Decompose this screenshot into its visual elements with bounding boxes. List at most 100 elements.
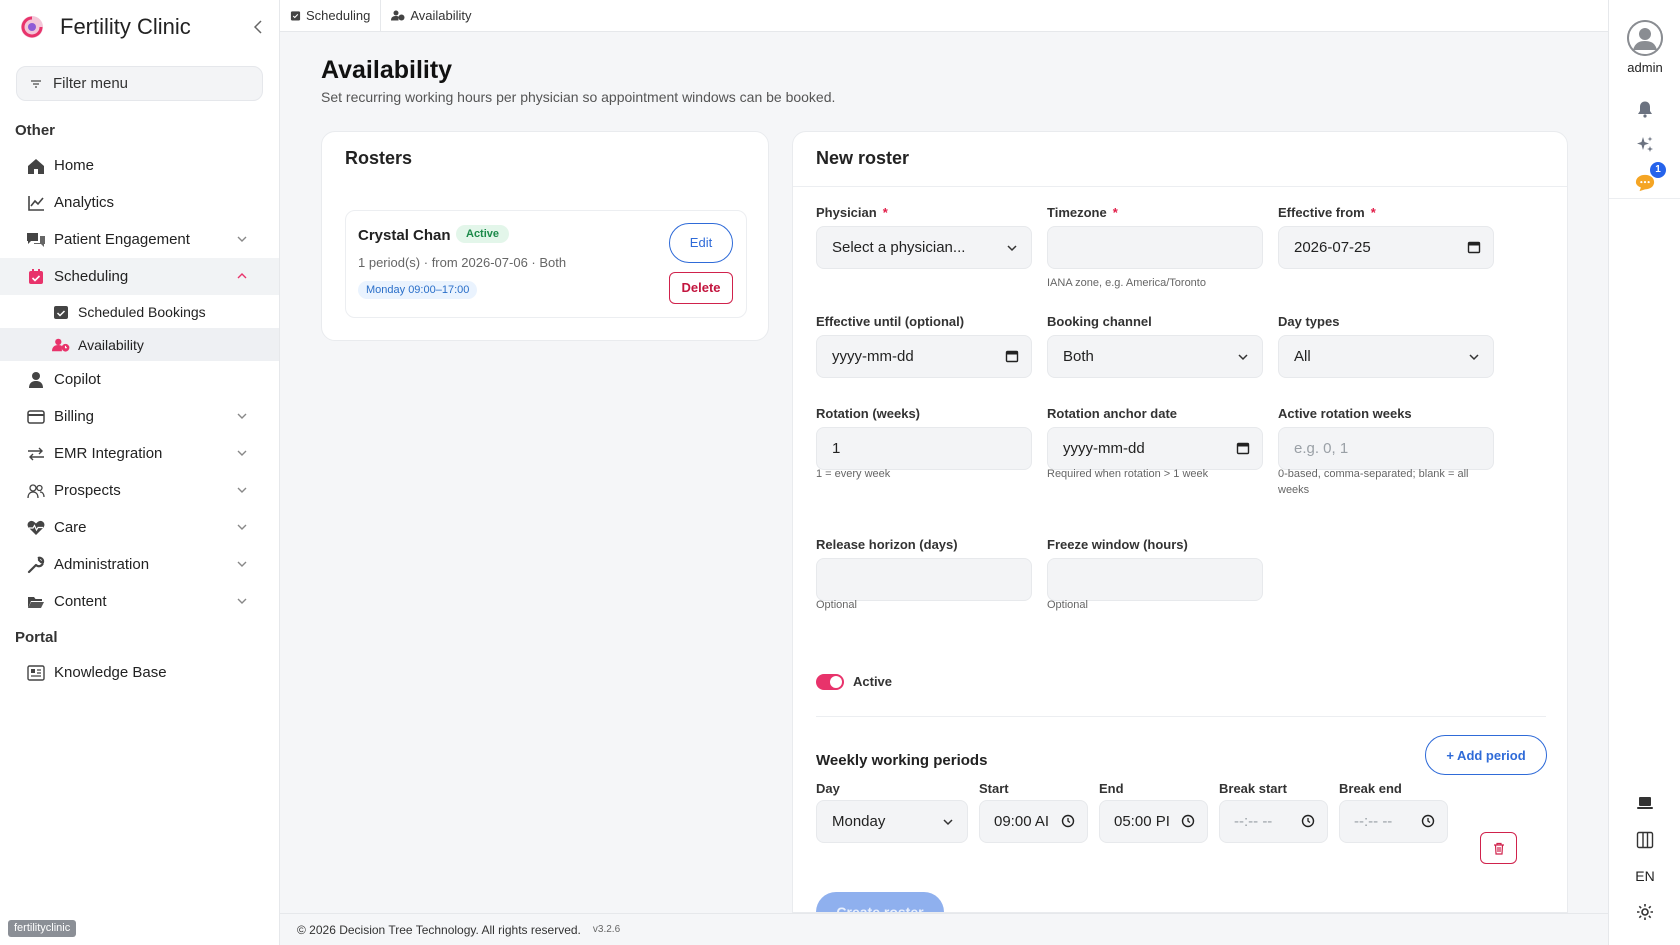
weekly-periods-title: Weekly working periods bbox=[816, 752, 988, 769]
chevron-down-icon bbox=[237, 598, 247, 604]
roster-physician-name: Crystal Chan bbox=[358, 227, 451, 244]
timezone-hint: IANA zone, e.g. America/Toronto bbox=[1047, 277, 1206, 289]
sidebar-item-scheduled-bookings[interactable]: Scheduled Bookings bbox=[0, 295, 279, 328]
clock-icon[interactable] bbox=[1061, 814, 1075, 828]
filter-icon bbox=[31, 79, 41, 88]
notification-count-badge: 1 bbox=[1650, 162, 1666, 178]
effective-until-date-input[interactable]: yyyy-mm-dd bbox=[816, 335, 1032, 378]
laptop-icon[interactable] bbox=[1635, 793, 1655, 813]
section-label-portal: Portal bbox=[15, 629, 58, 646]
calendar-icon[interactable] bbox=[1236, 441, 1250, 455]
sidebar-item-copilot[interactable]: Copilot bbox=[0, 361, 279, 398]
active-rotation-weeks-input[interactable]: e.g. 0, 1 bbox=[1278, 427, 1494, 470]
sidebar-item-label: Scheduled Bookings bbox=[78, 303, 206, 320]
clinic-logo-icon bbox=[21, 16, 43, 38]
sidebar-item-patient-engagement[interactable]: Patient Engagement bbox=[0, 221, 279, 258]
folder-open-icon bbox=[26, 592, 46, 612]
period-start-time-input[interactable]: 09:00 AI bbox=[979, 800, 1088, 843]
sidebar-item-label: Scheduling bbox=[54, 268, 129, 285]
period-break-start-time-input[interactable]: --:-- -- bbox=[1219, 800, 1328, 843]
calendar-check-icon bbox=[290, 11, 301, 21]
sidebar-item-label: Analytics bbox=[54, 194, 115, 211]
sidebar-item-billing[interactable]: Billing bbox=[0, 398, 279, 435]
wrench-icon bbox=[26, 555, 46, 575]
create-roster-button[interactable]: Create roster bbox=[816, 892, 944, 912]
day-types-select[interactable]: All bbox=[1278, 335, 1494, 378]
timezone-label: Timezone * bbox=[1047, 205, 1118, 220]
booking-channel-select[interactable]: Both bbox=[1047, 335, 1263, 378]
physician-label: Physician * bbox=[816, 205, 888, 220]
sidebar-item-availability[interactable]: Availability bbox=[0, 328, 279, 361]
user-name[interactable]: admin bbox=[1609, 60, 1680, 75]
remove-period-button[interactable] bbox=[1480, 832, 1517, 864]
active-toggle[interactable] bbox=[816, 674, 844, 690]
breadcrumb-label: Scheduling bbox=[306, 8, 371, 23]
sidebar-item-emr-integration[interactable]: EMR Integration bbox=[0, 435, 279, 472]
roster-entry: Crystal Chan Active 1 period(s) · from 2… bbox=[345, 210, 747, 318]
newspaper-icon bbox=[26, 663, 46, 683]
sidebar-item-prospects[interactable]: Prospects bbox=[0, 472, 279, 509]
chevron-down-icon bbox=[1007, 245, 1017, 252]
sidebar-item-care[interactable]: Care bbox=[0, 509, 279, 546]
gear-icon[interactable] bbox=[1635, 902, 1655, 922]
rotation-anchor-date-input[interactable]: yyyy-mm-dd bbox=[1047, 427, 1263, 470]
clock-icon[interactable] bbox=[1301, 814, 1315, 828]
sparkles-icon[interactable] bbox=[1635, 135, 1655, 155]
footer: © 2026 Decision Tree Technology. All rig… bbox=[280, 913, 1608, 945]
breadcrumb-item-availability[interactable]: Availability bbox=[381, 0, 481, 32]
effective-until-label: Effective until (optional) bbox=[816, 314, 965, 329]
timezone-input[interactable] bbox=[1047, 226, 1263, 269]
add-period-button[interactable]: + Add period bbox=[1425, 735, 1547, 775]
avatar[interactable] bbox=[1627, 20, 1663, 56]
edit-roster-button[interactable]: Edit bbox=[669, 223, 733, 263]
rotation-weeks-input[interactable]: 1 bbox=[816, 427, 1032, 470]
sidebar-item-analytics[interactable]: Analytics bbox=[0, 184, 279, 221]
clock-icon[interactable] bbox=[1421, 814, 1435, 828]
period-end-time-input[interactable]: 05:00 PI bbox=[1099, 800, 1208, 843]
period-day-select[interactable]: Monday bbox=[816, 800, 968, 843]
release-horizon-hint: Optional bbox=[816, 599, 857, 611]
effective-from-date-input[interactable]: 2026-07-25 bbox=[1278, 226, 1494, 269]
sidebar-item-label: Home bbox=[54, 157, 95, 174]
calendar-icon[interactable] bbox=[1467, 240, 1481, 254]
user-clock-icon bbox=[391, 10, 405, 21]
collapse-sidebar-icon[interactable] bbox=[250, 18, 268, 36]
period-break-end-time-input[interactable]: --:-- -- bbox=[1339, 800, 1448, 843]
calendar-check-icon bbox=[26, 267, 46, 287]
home-icon bbox=[26, 156, 46, 176]
bell-icon[interactable] bbox=[1635, 99, 1655, 119]
rotation-weeks-label: Rotation (weeks) bbox=[816, 406, 921, 421]
brand[interactable]: Fertility Clinic bbox=[0, 0, 279, 54]
active-toggle-label: Active bbox=[853, 674, 893, 689]
release-horizon-input[interactable] bbox=[816, 558, 1032, 601]
sidebar-item-home[interactable]: Home bbox=[0, 147, 279, 184]
app-name: Fertility Clinic bbox=[60, 14, 191, 39]
columns-icon[interactable] bbox=[1635, 830, 1655, 850]
sidebar-item-administration[interactable]: Administration bbox=[0, 546, 279, 583]
user-icon bbox=[26, 370, 46, 390]
user-clock-icon bbox=[52, 336, 70, 354]
breadcrumb-item-scheduling[interactable]: Scheduling bbox=[280, 0, 382, 32]
rosters-card: Rosters Crystal Chan Active 1 period(s) … bbox=[321, 131, 769, 341]
sidebar-item-knowledge-base[interactable]: Knowledge Base bbox=[0, 654, 279, 691]
sidebar-item-label: Prospects bbox=[54, 482, 121, 499]
new-roster-title: New roster bbox=[816, 148, 910, 168]
breadcrumb-label: Availability bbox=[410, 8, 472, 23]
freeze-window-input[interactable] bbox=[1047, 558, 1263, 601]
status-badge: Active bbox=[456, 225, 510, 243]
divider bbox=[1609, 198, 1680, 199]
clock-icon[interactable] bbox=[1181, 814, 1195, 828]
filter-menu-input[interactable]: Filter menu bbox=[16, 66, 263, 101]
sidebar-item-content[interactable]: Content bbox=[0, 583, 279, 620]
chevron-down-icon bbox=[237, 524, 247, 530]
arrows-swap-icon bbox=[26, 444, 46, 464]
physician-select[interactable]: Select a physician... bbox=[816, 226, 1032, 269]
booking-channel-label: Booking channel bbox=[1047, 314, 1152, 329]
calendar-icon[interactable] bbox=[1005, 349, 1019, 363]
language-selector[interactable]: EN bbox=[1609, 868, 1680, 884]
delete-roster-button[interactable]: Delete bbox=[669, 272, 733, 304]
divider bbox=[793, 186, 1567, 187]
sidebar-item-scheduling[interactable]: Scheduling bbox=[0, 258, 279, 295]
chevron-down-icon bbox=[943, 819, 953, 826]
day-column-label: Day bbox=[816, 781, 840, 796]
